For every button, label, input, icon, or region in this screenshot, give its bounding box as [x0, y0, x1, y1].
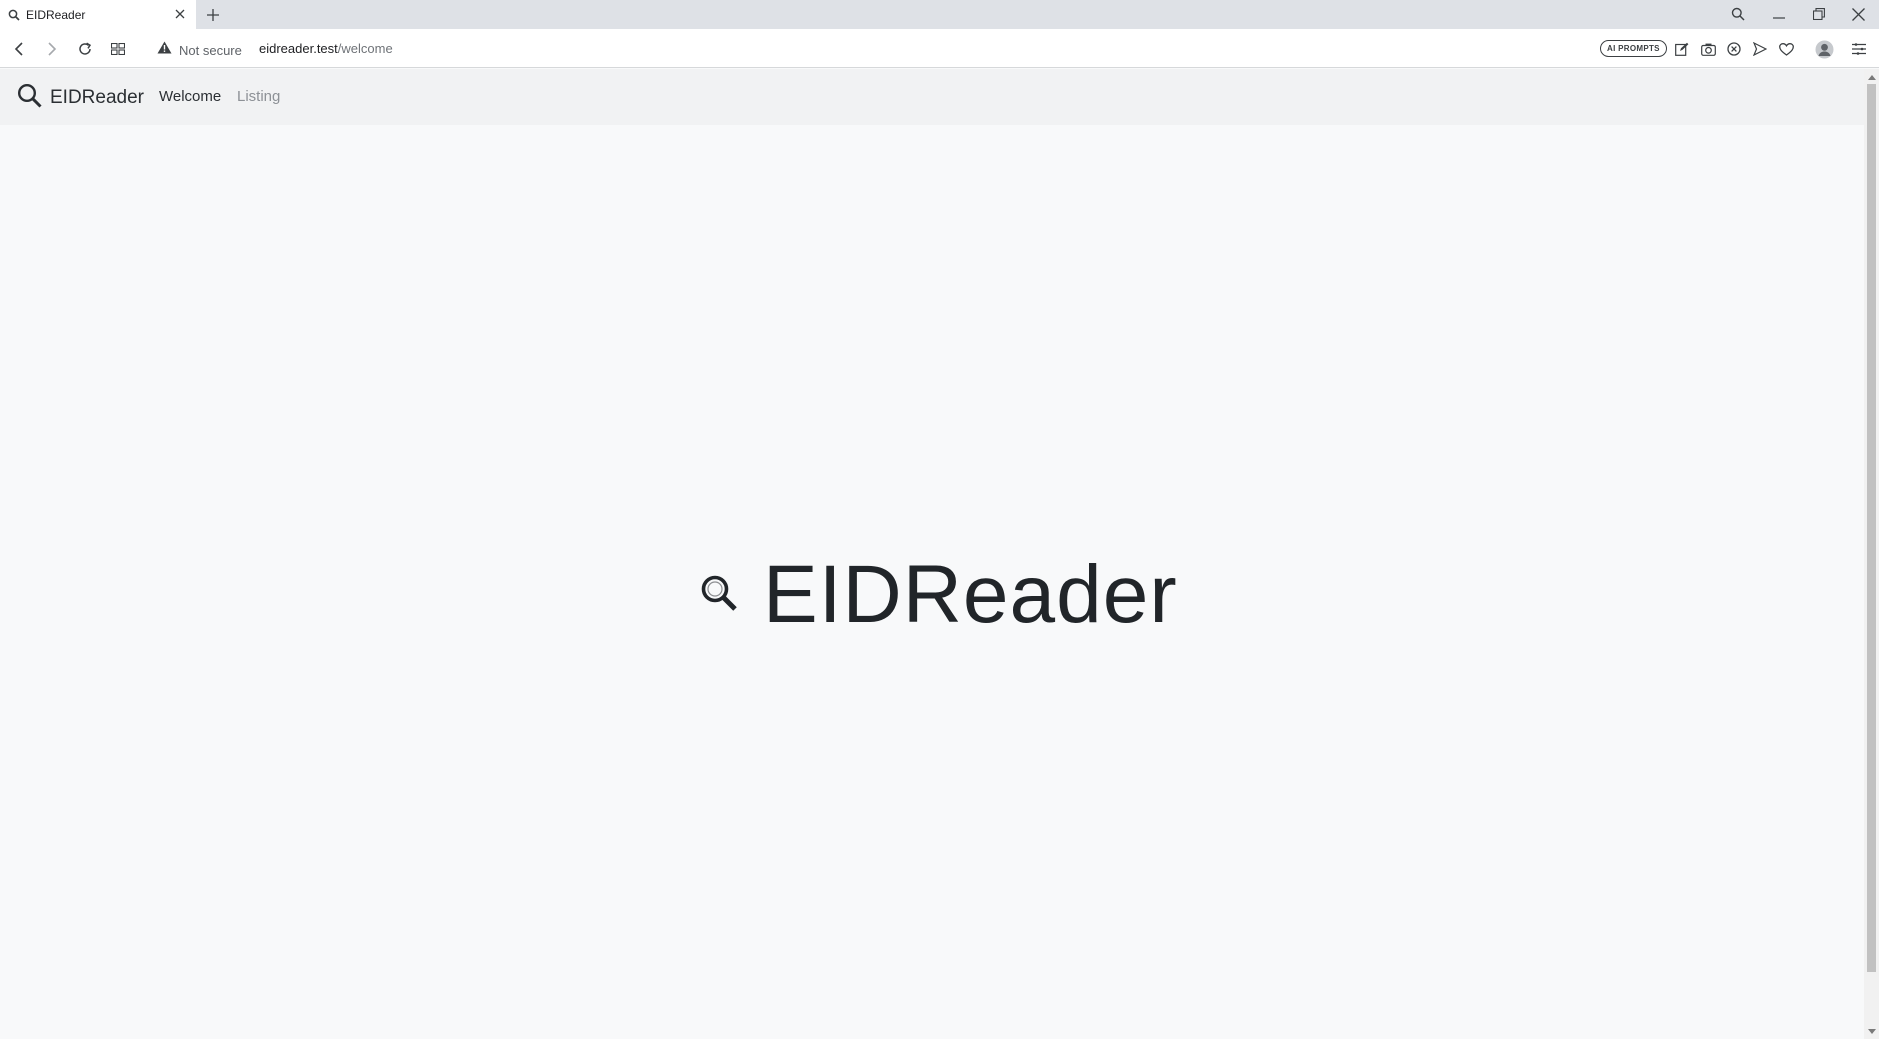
security-indicator[interactable]: Not secure [157, 41, 242, 59]
brand-name: EIDReader [50, 87, 144, 108]
new-tab-icon[interactable] [203, 5, 223, 25]
browser-toolbar: Not secure eidreader.test/welcome AI PRO… [0, 29, 1879, 68]
hero-title: EIDReader [763, 549, 1178, 640]
scroll-up-icon[interactable] [1867, 72, 1876, 81]
nav-link-listing[interactable]: Listing [237, 88, 280, 105]
url-host: eidreader.test [259, 41, 338, 56]
restore-icon[interactable] [1807, 3, 1831, 25]
ai-prompts-button[interactable]: AI PROMPTS [1600, 40, 1667, 57]
edit-icon[interactable] [1672, 39, 1692, 59]
tab-grid-icon[interactable] [107, 38, 129, 60]
camera-icon[interactable] [1698, 39, 1718, 59]
minimize-icon[interactable] [1767, 3, 1791, 25]
search-icon [7, 8, 21, 22]
close-circle-icon[interactable] [1724, 39, 1744, 59]
tab-strip: EIDReader [0, 0, 1879, 29]
back-icon[interactable] [8, 38, 30, 60]
navbar-brand[interactable]: EIDReader [17, 83, 144, 113]
hero-heading: EIDReader [699, 548, 1178, 642]
tab-title: EIDReader [26, 7, 86, 22]
hero-section: EIDReader [0, 125, 1864, 1039]
menu-icon[interactable] [1849, 39, 1869, 59]
profile-avatar-icon[interactable] [1814, 39, 1834, 59]
page-scrollbar[interactable] [1864, 69, 1879, 1039]
site-navbar: EIDReader Welcome Listing [0, 69, 1864, 125]
close-tab-icon[interactable] [172, 6, 188, 22]
scroll-down-icon[interactable] [1867, 1027, 1876, 1036]
search-icon [17, 83, 42, 113]
heart-icon[interactable] [1776, 39, 1796, 59]
nav-link-welcome[interactable]: Welcome [159, 88, 221, 105]
warning-icon [157, 41, 172, 59]
browser-tab[interactable]: EIDReader [0, 0, 196, 29]
security-label: Not secure [179, 42, 242, 58]
close-window-icon[interactable] [1846, 3, 1870, 25]
send-icon[interactable] [1750, 39, 1770, 59]
search-icon [699, 573, 739, 618]
scrollbar-thumb[interactable] [1867, 84, 1876, 972]
url-path: /welcome [337, 41, 393, 56]
url-field[interactable]: eidreader.test/welcome [259, 41, 393, 56]
reload-icon[interactable] [74, 38, 96, 60]
search-tabs-icon[interactable] [1726, 3, 1750, 25]
forward-icon[interactable] [41, 38, 63, 60]
